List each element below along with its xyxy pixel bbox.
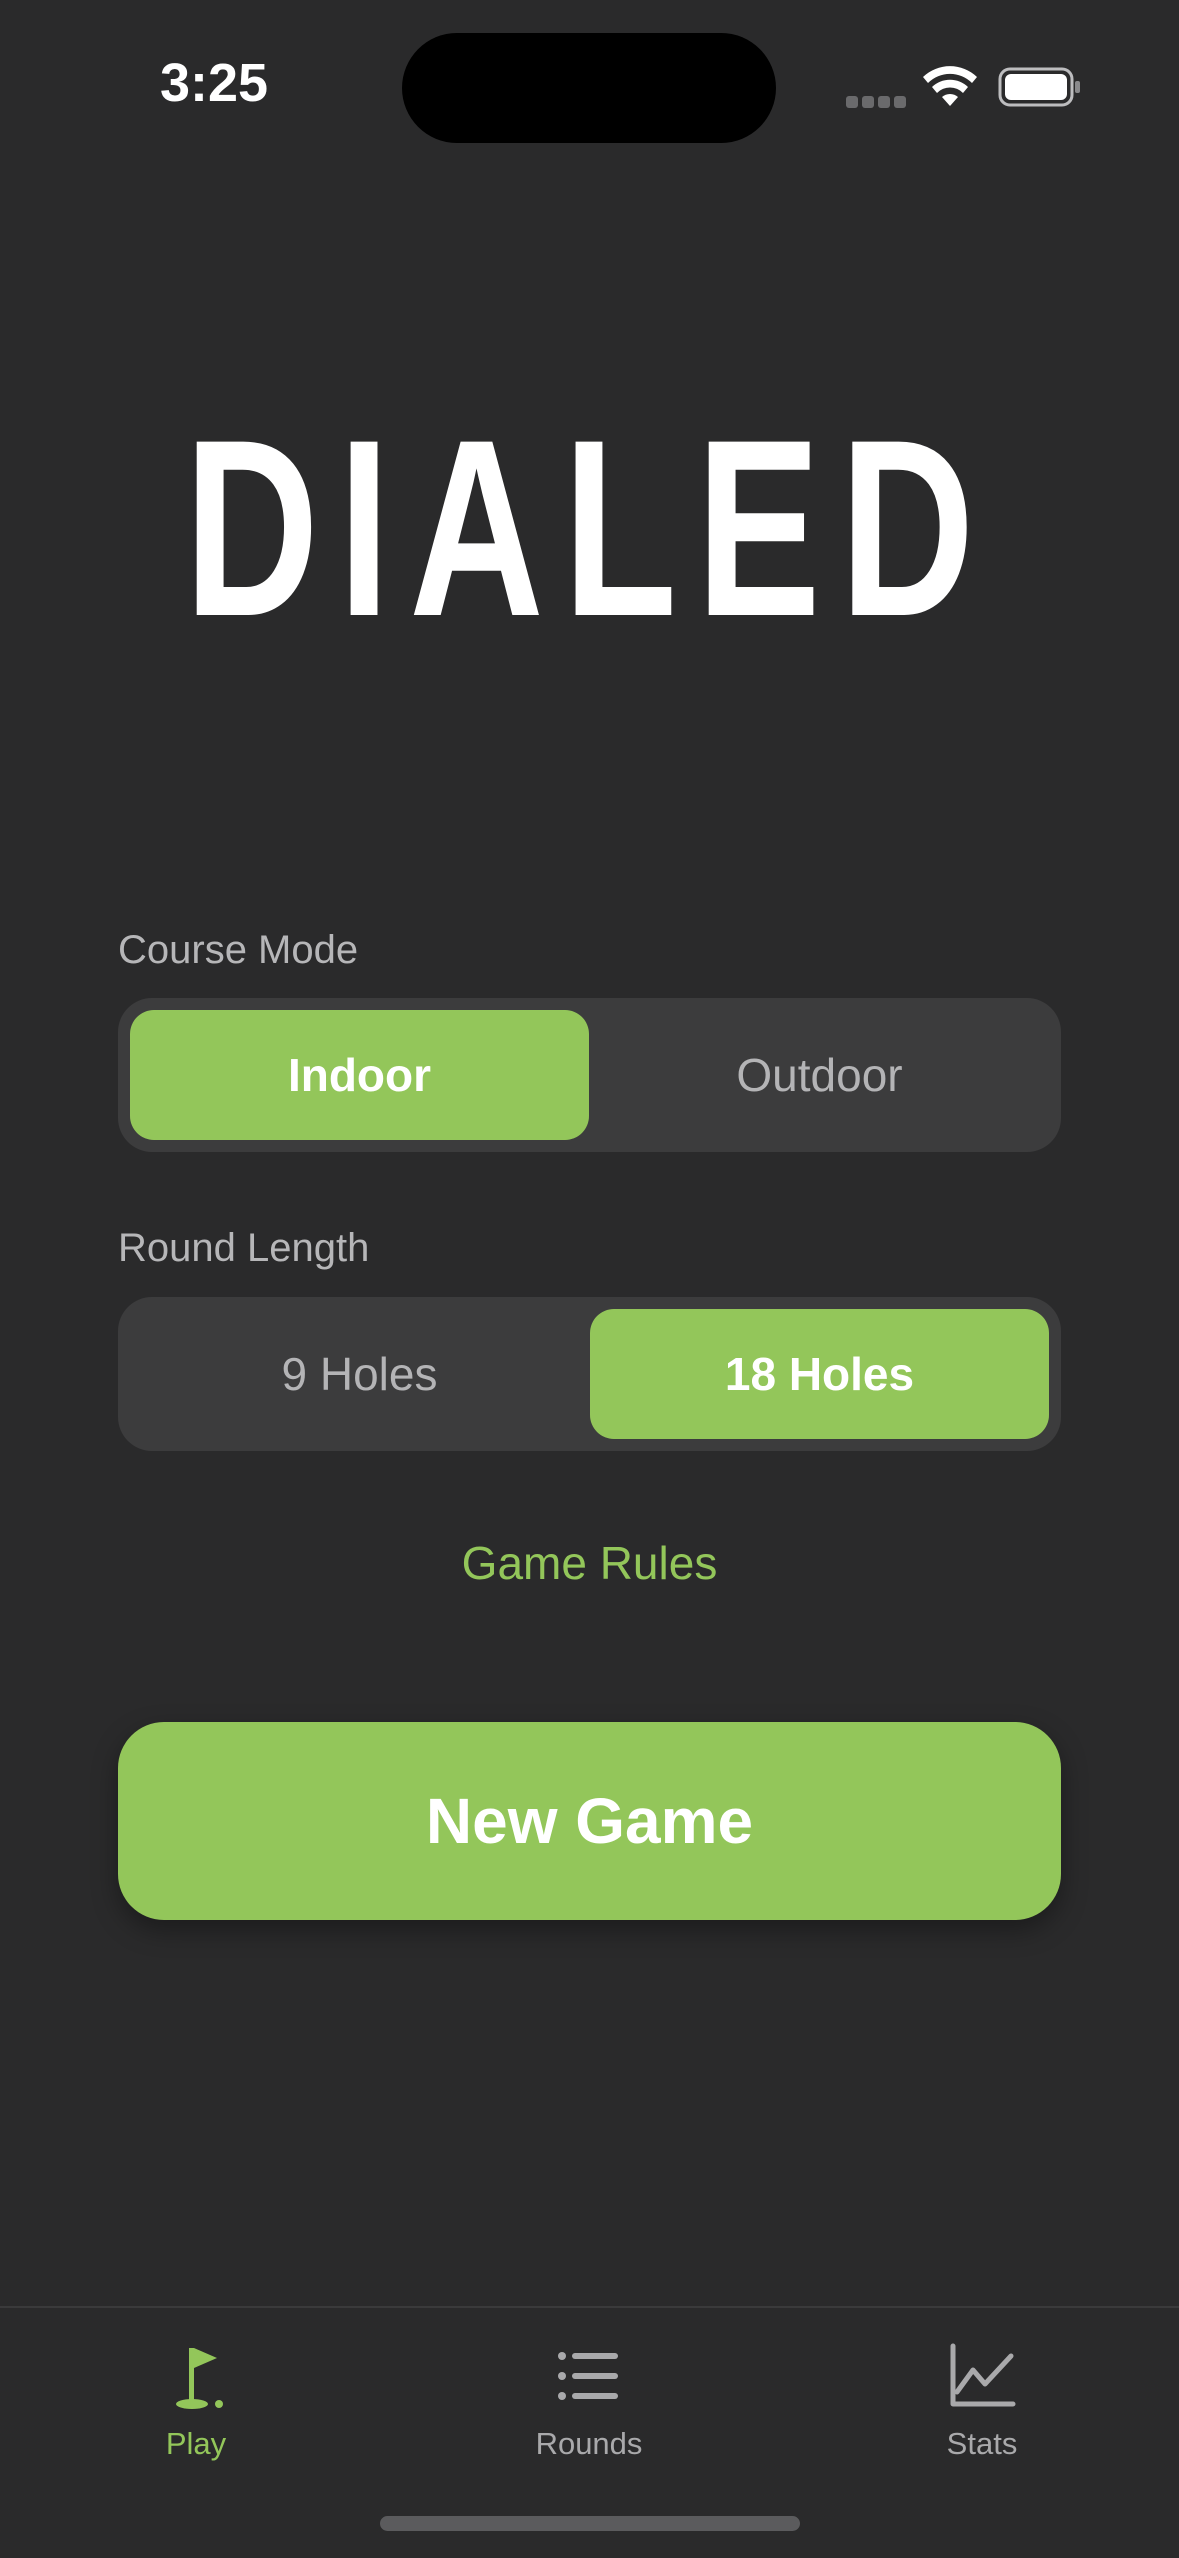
round-length-18-holes-option[interactable]: 18 Holes (590, 1309, 1049, 1439)
golf-flag-icon (176, 2348, 223, 2409)
dynamic-island (402, 33, 776, 143)
battery-icon (998, 67, 1080, 107)
tab-stats[interactable]: Stats (862, 2328, 1102, 2468)
tab-play[interactable]: Play (76, 2328, 316, 2468)
home-indicator[interactable] (380, 2516, 800, 2531)
round-length-segmented-control: 9 Holes 18 Holes (118, 1297, 1061, 1451)
course-mode-label: Course Mode (118, 928, 359, 972)
tab-rounds[interactable]: Rounds (469, 2328, 709, 2468)
game-rules-link[interactable]: Game Rules (0, 1536, 1179, 1590)
round-length-label: Round Length (118, 1226, 370, 1270)
app-logo: DIALED (184, 400, 994, 640)
line-chart-icon (950, 2343, 1016, 2407)
course-mode-indoor-option[interactable]: Indoor (130, 1010, 589, 1140)
status-time: 3:25 (160, 53, 269, 113)
tab-stats-label: Stats (946, 2426, 1018, 2461)
list-icon (558, 2352, 618, 2400)
tab-rounds-label: Rounds (535, 2426, 643, 2461)
new-game-button[interactable]: New Game (118, 1722, 1061, 1920)
logo-text: DIALED (184, 400, 994, 640)
tab-play-label: Play (165, 2426, 227, 2461)
course-mode-outdoor-option[interactable]: Outdoor (590, 1010, 1049, 1140)
wifi-icon (923, 66, 977, 106)
course-mode-segmented-control: Indoor Outdoor (118, 998, 1061, 1152)
round-length-9-holes-option[interactable]: 9 Holes (130, 1309, 589, 1439)
cellular-signal-icon (846, 96, 906, 108)
